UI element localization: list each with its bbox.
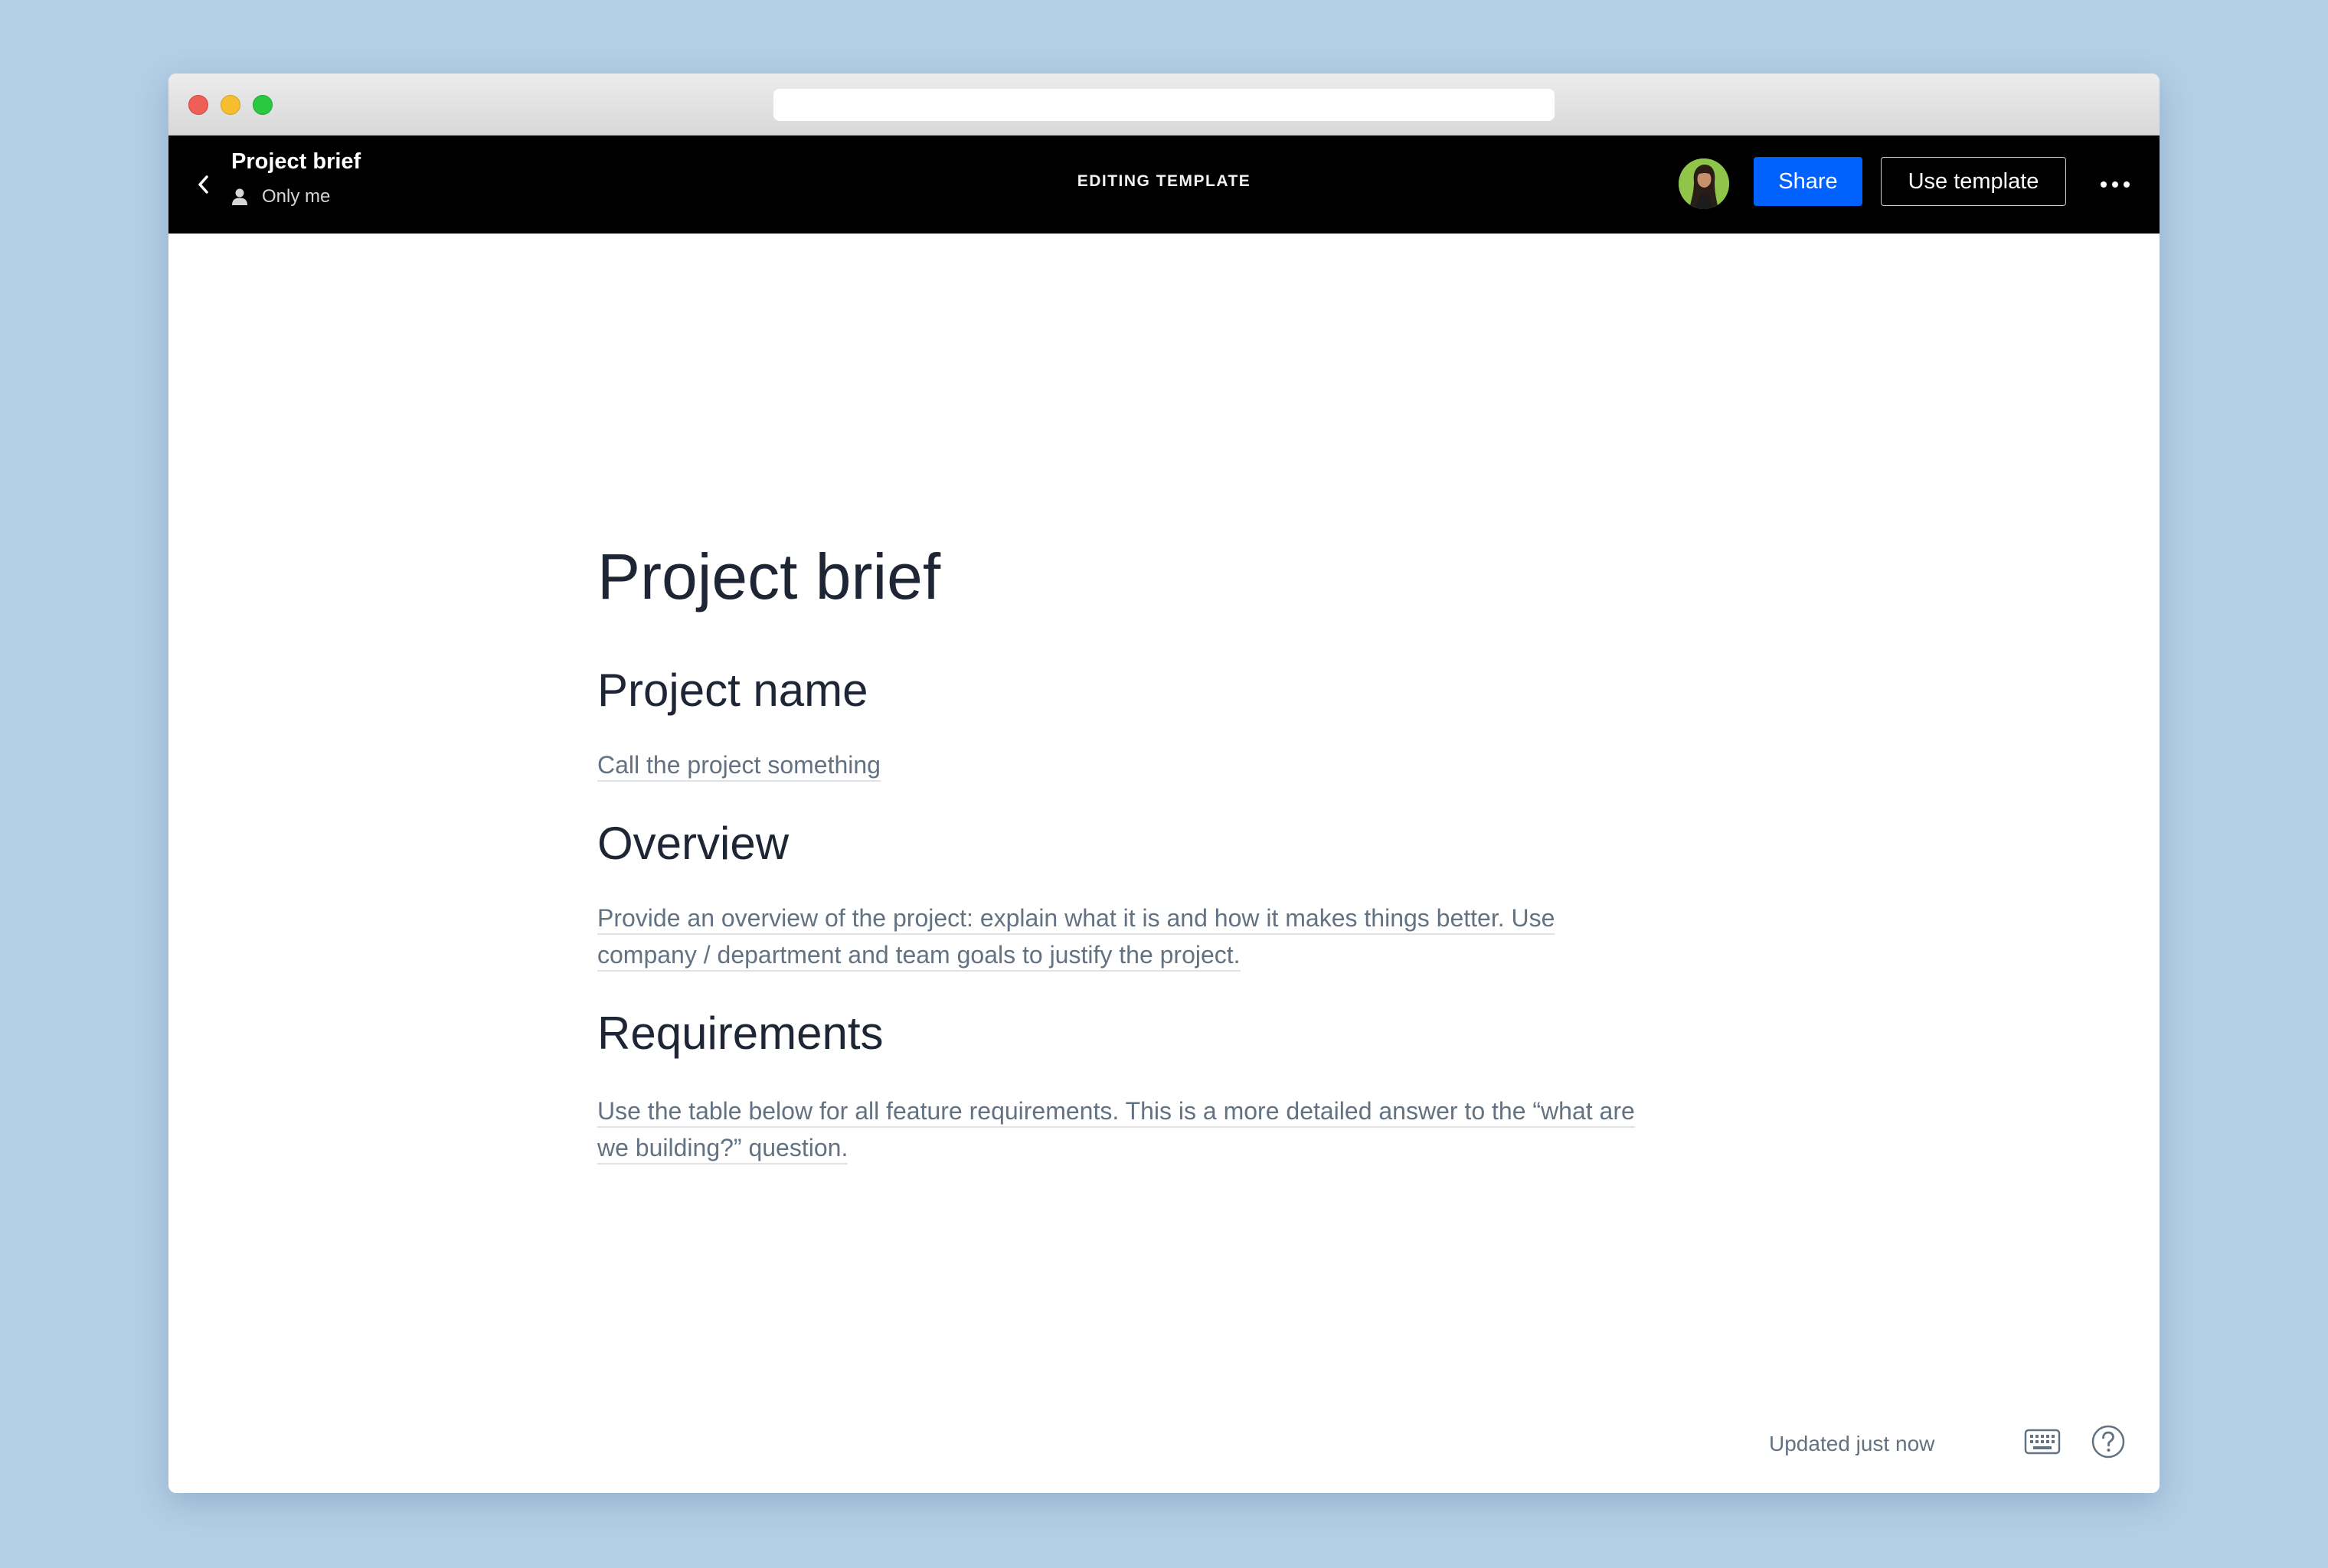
avatar[interactable] bbox=[1679, 158, 1729, 209]
close-window-button[interactable] bbox=[188, 95, 208, 115]
use-template-button[interactable]: Use template bbox=[1881, 157, 2066, 206]
keyboard-shortcuts-button[interactable] bbox=[2022, 1426, 2063, 1458]
section-placeholder-project-name[interactable]: Call the project something bbox=[597, 746, 1731, 783]
keyboard-icon bbox=[2024, 1429, 2061, 1455]
placeholder-line: Use the table below for all feature requ… bbox=[597, 1097, 1635, 1128]
minimize-window-button[interactable] bbox=[221, 95, 240, 115]
browser-titlebar bbox=[168, 74, 2160, 136]
more-horizontal-icon bbox=[2101, 181, 2130, 188]
placeholder-line: we building?” question. bbox=[597, 1134, 848, 1165]
section-placeholder-overview[interactable]: Provide an overview of the project: expl… bbox=[597, 900, 1731, 973]
placeholder-line: company / department and team goals to j… bbox=[597, 941, 1241, 972]
save-status: Updated just now bbox=[1769, 1432, 1935, 1455]
maximize-window-button[interactable] bbox=[253, 95, 273, 115]
help-circle-icon bbox=[2091, 1425, 2125, 1459]
section-heading-requirements[interactable]: Requirements bbox=[597, 1007, 884, 1060]
placeholder-line: Provide an overview of the project: expl… bbox=[597, 904, 1555, 935]
section-heading-overview[interactable]: Overview bbox=[597, 817, 789, 870]
document-header: Project brief Only me EDITING TEMPLATE S… bbox=[168, 136, 2160, 234]
share-button[interactable]: Share bbox=[1754, 157, 1862, 206]
document-title[interactable]: Project brief bbox=[597, 540, 940, 614]
address-bar[interactable] bbox=[773, 89, 1555, 121]
section-heading-project-name[interactable]: Project name bbox=[597, 664, 868, 717]
section-placeholder-requirements[interactable]: Use the table below for all feature requ… bbox=[597, 1093, 1731, 1166]
help-button[interactable] bbox=[2089, 1423, 2127, 1461]
document-name: Project brief bbox=[231, 149, 361, 174]
placeholder-line: Call the project something bbox=[597, 751, 881, 782]
more-options-button[interactable] bbox=[2094, 169, 2137, 200]
browser-window: Project brief Only me EDITING TEMPLATE S… bbox=[168, 74, 2160, 1493]
